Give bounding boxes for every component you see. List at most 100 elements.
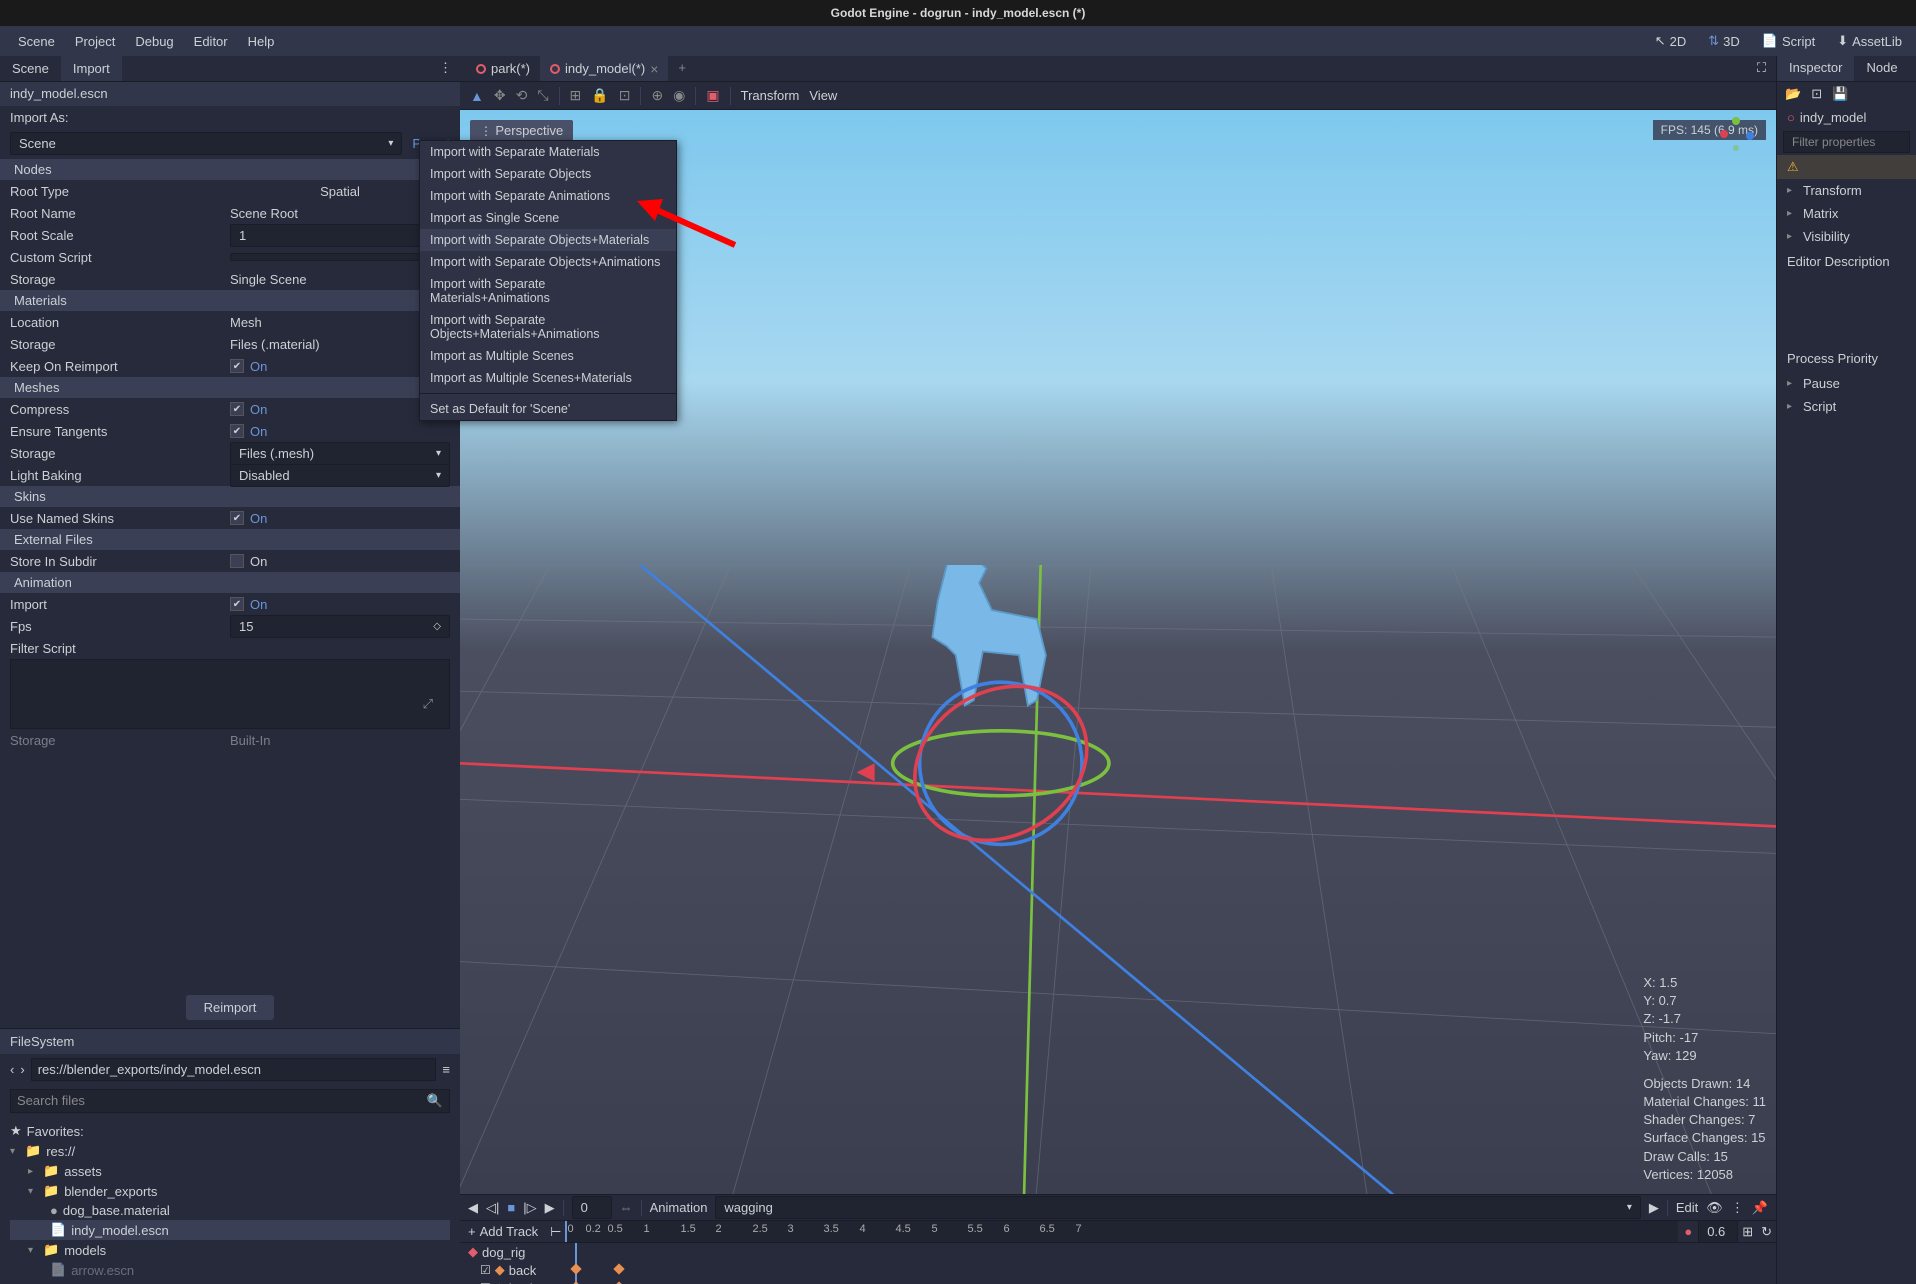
import-as-select[interactable]: Scene▾ [10,132,402,155]
workspace-script[interactable]: 📄 Script [1756,29,1821,53]
preset-multiple-scenes[interactable]: Import as Multiple Scenes [420,345,676,367]
insp-visibility[interactable]: ▸Visibility [1777,225,1916,248]
use-named-skins-checkbox[interactable]: ✔On [230,511,450,526]
anim-scrub-icon[interactable]: ⇔ [620,1200,633,1215]
reimport-button[interactable]: Reimport [186,995,275,1020]
menu-help[interactable]: Help [238,28,285,55]
preset-multiple-scenes-materials[interactable]: Import as Multiple Scenes+Materials [420,367,676,389]
anim-pin-icon[interactable]: 📌 [1752,1200,1768,1216]
storage-meshes-select[interactable]: Files (.mesh)▾ [230,442,450,465]
preset-separate-materials-animations[interactable]: Import with Separate Materials+Animation… [420,273,676,309]
record-icon[interactable]: ● [1678,1224,1698,1239]
nav-forward-icon[interactable]: › [20,1062,24,1077]
storage-nodes-value[interactable]: Single Scene [230,272,450,287]
warning-icon[interactable]: ⚠ [1777,155,1916,179]
light-baking-select[interactable]: Disabled▾ [230,464,450,487]
camera-icon[interactable]: ▣ [706,87,719,104]
root-name-value[interactable]: Scene Root [230,206,450,221]
view-menu[interactable]: View [809,88,837,103]
panel-menu-icon[interactable]: ⋮ [431,56,460,81]
scene-tab-park[interactable]: park(*) [466,56,540,81]
transform-menu[interactable]: Transform [741,88,800,103]
keep-reimport-checkbox[interactable]: ✔On [230,359,450,374]
preset-separate-all[interactable]: Import with Separate Objects+Materials+A… [420,309,676,345]
loop-icon[interactable]: ↻ [1757,1224,1776,1240]
distraction-free-icon[interactable]: ⛶ [1747,56,1776,81]
menu-debug[interactable]: Debug [125,28,183,55]
preset-set-default[interactable]: Set as Default for 'Scene' [420,398,676,420]
menu-scene[interactable]: Scene [8,28,65,55]
lock-icon[interactable]: 🔒 [591,87,608,104]
add-scene-icon[interactable]: + [668,56,696,81]
anim-play-back-icon[interactable]: |▷ [523,1200,536,1216]
import-anim-checkbox[interactable]: ✔On [230,597,450,612]
tab-inspector[interactable]: Inspector [1777,56,1854,81]
preset-separate-objects-animations[interactable]: Import with Separate Objects+Animations [420,251,676,273]
fs-file-dog-base[interactable]: ● dog_base.material [10,1201,450,1220]
snap-icon[interactable]: ⊞ [570,87,582,104]
group-icon[interactable]: ⊡ [619,87,631,104]
preset-single-scene[interactable]: Import as Single Scene [420,207,676,229]
anim-track-back001[interactable]: ☑ ◆ back.001 [460,1279,1776,1284]
resource-save-as-icon[interactable]: 💾 [1832,86,1848,102]
ensure-tangents-checkbox[interactable]: ✔On [230,424,450,439]
filesystem-search[interactable]: Search files 🔍 [10,1089,450,1113]
root-type-value[interactable]: Spatial [230,184,450,199]
tab-scene[interactable]: Scene [0,56,61,81]
storage-builtin-value[interactable]: Built-In [230,733,450,748]
tab-node[interactable]: Node [1854,56,1909,81]
timeline-start-icon[interactable]: ⊢ [546,1224,565,1240]
eye-icon[interactable]: 👁 [1706,1200,1723,1216]
workspace-3d[interactable]: ⇅ 3D [1702,29,1746,53]
fps-input[interactable]: 15◇ [230,615,450,638]
animation-clip-select[interactable]: wagging▾ [715,1196,1640,1219]
resource-load-icon[interactable]: 📂 [1785,86,1801,102]
insp-matrix[interactable]: ▸Matrix [1777,202,1916,225]
rotate-mode-icon[interactable]: ⟲ [516,87,528,104]
add-track-button[interactable]: + Add Track [460,1224,546,1239]
anim-first-icon[interactable]: ◀ [468,1200,478,1216]
store-subdir-checkbox[interactable]: On [230,554,450,569]
preset-separate-objects[interactable]: Import with Separate Objects [420,163,676,185]
animation-menu[interactable]: Animation [650,1200,708,1215]
resource-save-icon[interactable]: ⊡ [1811,86,1822,102]
compress-checkbox[interactable]: ✔On [230,402,450,417]
timeline-ruler[interactable]: 0 0.2 0.5 1 1.5 2 2.5 3 3.5 4 4.5 5 5.5 … [565,1221,1678,1242]
filesystem-path[interactable]: res://blender_exports/indy_model.escn [31,1058,437,1081]
anim-rig-row[interactable]: ◆ dog_rig [460,1243,1776,1261]
root-scale-input[interactable]: 1 [230,224,450,247]
snap-object-icon[interactable]: ◉ [673,87,685,104]
expand-icon[interactable]: ⤢ [423,696,433,712]
preset-separate-objects-materials[interactable]: Import with Separate Objects+Materials [420,229,676,251]
snap-toggle-icon[interactable]: ⊞ [1738,1224,1757,1240]
move-mode-icon[interactable]: ✥ [494,87,506,104]
insp-script[interactable]: ▸Script [1777,395,1916,418]
preset-separate-animations[interactable]: Import with Separate Animations [420,185,676,207]
fs-root[interactable]: ▾📁 res:// [10,1141,450,1161]
fs-file-indy-model[interactable]: 📄 indy_model.escn [10,1220,450,1240]
edit-menu[interactable]: Edit [1676,1200,1698,1215]
view-mode-icon[interactable]: ≡ [442,1062,450,1077]
workspace-assetlib[interactable]: ⬇ AssetLib [1831,29,1908,53]
autoplay-icon[interactable]: ▶ [1649,1200,1659,1216]
storage-materials-value[interactable]: Files (.material) [230,337,450,352]
preset-separate-materials[interactable]: Import with Separate Materials [420,141,676,163]
menu-editor[interactable]: Editor [184,28,238,55]
tab-import[interactable]: Import [61,56,122,81]
anim-stop-icon[interactable]: ■ [507,1200,515,1215]
fs-folder-assets[interactable]: ▸📁 assets [10,1161,450,1181]
insp-pause[interactable]: ▸Pause [1777,372,1916,395]
anim-tools-icon[interactable]: ⋮ [1731,1200,1744,1216]
fs-folder-models[interactable]: ▾📁 models [10,1240,450,1260]
scene-tab-indy-model[interactable]: indy_model(*)× [540,56,668,81]
location-value[interactable]: Mesh [230,315,450,330]
snap-input[interactable]: 0.6 [1698,1220,1738,1243]
nav-back-icon[interactable]: ‹ [10,1062,14,1077]
scale-mode-icon[interactable]: ⤡ [537,87,548,104]
filter-properties-input[interactable]: Filter properties [1783,131,1910,153]
anim-play-icon[interactable]: ▶ [545,1200,555,1216]
menu-project[interactable]: Project [65,28,125,55]
select-mode-icon[interactable]: ▲ [470,88,484,104]
viewport-gizmo[interactable] [1716,116,1756,156]
fs-folder-blender-exports[interactable]: ▾📁 blender_exports [10,1181,450,1201]
